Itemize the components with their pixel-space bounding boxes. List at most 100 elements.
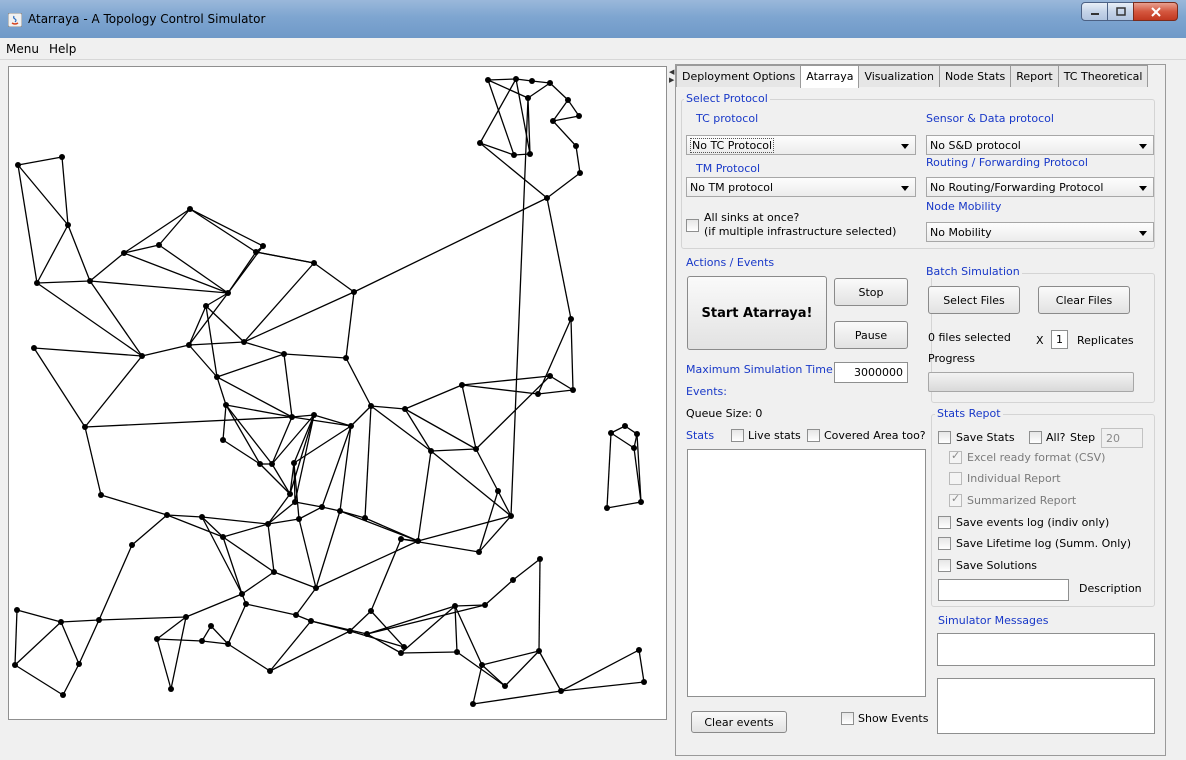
network-node[interactable]: [535, 391, 541, 397]
select-files-button[interactable]: Select Files: [928, 286, 1020, 314]
network-node[interactable]: [220, 437, 226, 443]
network-node[interactable]: [281, 351, 287, 357]
network-node[interactable]: [220, 534, 226, 540]
network-node[interactable]: [565, 97, 571, 103]
network-node[interactable]: [527, 151, 533, 157]
save-lifetime-log-checkbox[interactable]: [938, 537, 951, 550]
network-node[interactable]: [289, 414, 295, 420]
save-solutions-checkbox[interactable]: [938, 559, 951, 572]
max-sim-time-input[interactable]: 3000000: [834, 362, 908, 383]
network-node[interactable]: [121, 250, 127, 256]
step-input[interactable]: 20: [1101, 428, 1143, 448]
network-node[interactable]: [368, 608, 374, 614]
network-node[interactable]: [293, 612, 299, 618]
tab-node-stats[interactable]: Node Stats: [938, 65, 1012, 87]
network-node[interactable]: [287, 491, 293, 497]
network-node[interactable]: [415, 538, 421, 544]
network-node[interactable]: [257, 461, 263, 467]
network-node[interactable]: [260, 243, 266, 249]
network-node[interactable]: [14, 607, 20, 613]
network-node[interactable]: [65, 222, 71, 228]
network-node[interactable]: [479, 662, 485, 668]
network-node[interactable]: [398, 650, 404, 656]
network-node[interactable]: [502, 683, 508, 689]
network-node[interactable]: [187, 206, 193, 212]
stop-button[interactable]: Stop: [834, 278, 908, 306]
network-node[interactable]: [183, 614, 189, 620]
network-node[interactable]: [208, 623, 214, 629]
network-node[interactable]: [631, 445, 637, 451]
network-node[interactable]: [364, 631, 370, 637]
menu-item-help[interactable]: Help: [43, 38, 80, 56]
network-node[interactable]: [319, 504, 325, 510]
simulator-messages-area[interactable]: [937, 678, 1155, 734]
network-node[interactable]: [31, 345, 37, 351]
network-node[interactable]: [223, 402, 229, 408]
network-node[interactable]: [511, 152, 517, 158]
show-events-checkbox[interactable]: [841, 712, 854, 725]
network-node[interactable]: [510, 577, 516, 583]
network-node[interactable]: [525, 95, 531, 101]
network-node[interactable]: [82, 424, 88, 430]
sd-protocol-select[interactable]: No S&D protocol: [926, 135, 1154, 155]
tab-visualization[interactable]: Visualization: [858, 65, 940, 87]
network-node[interactable]: [477, 140, 483, 146]
network-node[interactable]: [636, 647, 642, 653]
menu-item-menu[interactable]: Menu: [0, 38, 43, 56]
network-node[interactable]: [59, 154, 65, 160]
network-node[interactable]: [547, 80, 553, 86]
network-node[interactable]: [203, 303, 209, 309]
network-node[interactable]: [225, 290, 231, 296]
tab-report[interactable]: Report: [1010, 65, 1059, 87]
network-node[interactable]: [402, 406, 408, 412]
network-node[interactable]: [513, 76, 519, 82]
save-stats-checkbox[interactable]: [938, 431, 951, 444]
start-atarraya-button[interactable]: Start Atarraya!: [687, 276, 827, 350]
network-node[interactable]: [164, 512, 170, 518]
maximize-button[interactable]: [1107, 2, 1134, 21]
network-node[interactable]: [536, 648, 542, 654]
network-node[interactable]: [186, 342, 192, 348]
network-node[interactable]: [573, 143, 579, 149]
network-node[interactable]: [58, 619, 64, 625]
network-node[interactable]: [199, 638, 205, 644]
network-node[interactable]: [452, 603, 458, 609]
network-node[interactable]: [604, 505, 610, 511]
network-node[interactable]: [76, 661, 82, 667]
network-node[interactable]: [129, 542, 135, 548]
network-node[interactable]: [139, 353, 145, 359]
network-node[interactable]: [265, 521, 271, 527]
title-bar[interactable]: Atarraya - A Topology Control Simulator: [0, 0, 1186, 38]
network-node[interactable]: [473, 446, 479, 452]
network-node[interactable]: [459, 382, 465, 388]
network-node[interactable]: [476, 549, 482, 555]
network-node[interactable]: [641, 679, 647, 685]
network-node[interactable]: [454, 649, 460, 655]
network-node[interactable]: [558, 688, 564, 694]
network-graph[interactable]: [9, 67, 666, 719]
network-node[interactable]: [348, 423, 354, 429]
network-node[interactable]: [269, 461, 275, 467]
network-canvas[interactable]: [8, 66, 667, 720]
network-node[interactable]: [199, 514, 205, 520]
tm-protocol-select[interactable]: No TM protocol: [686, 177, 916, 197]
all-sinks-checkbox[interactable]: [686, 219, 699, 232]
network-node[interactable]: [253, 249, 259, 255]
network-node[interactable]: [362, 515, 368, 521]
network-node[interactable]: [485, 77, 491, 83]
network-node[interactable]: [214, 374, 220, 380]
excel-format-checkbox[interactable]: [949, 449, 962, 464]
network-node[interactable]: [537, 556, 543, 562]
clear-events-button[interactable]: Clear events: [691, 711, 787, 733]
all-checkbox[interactable]: [1029, 431, 1042, 444]
simulator-messages-box[interactable]: [937, 633, 1155, 666]
network-node[interactable]: [608, 430, 614, 436]
network-node[interactable]: [34, 280, 40, 286]
network-node[interactable]: [296, 516, 302, 522]
network-node[interactable]: [638, 499, 644, 505]
node-mobility-select[interactable]: No Mobility: [926, 222, 1154, 242]
summarized-report-checkbox[interactable]: [949, 492, 962, 507]
routing-protocol-select[interactable]: No Routing/Forwarding Protocol: [926, 177, 1154, 197]
tab-atarraya[interactable]: Atarraya: [800, 65, 860, 88]
tab-deployment-options[interactable]: Deployment Options: [676, 65, 802, 87]
